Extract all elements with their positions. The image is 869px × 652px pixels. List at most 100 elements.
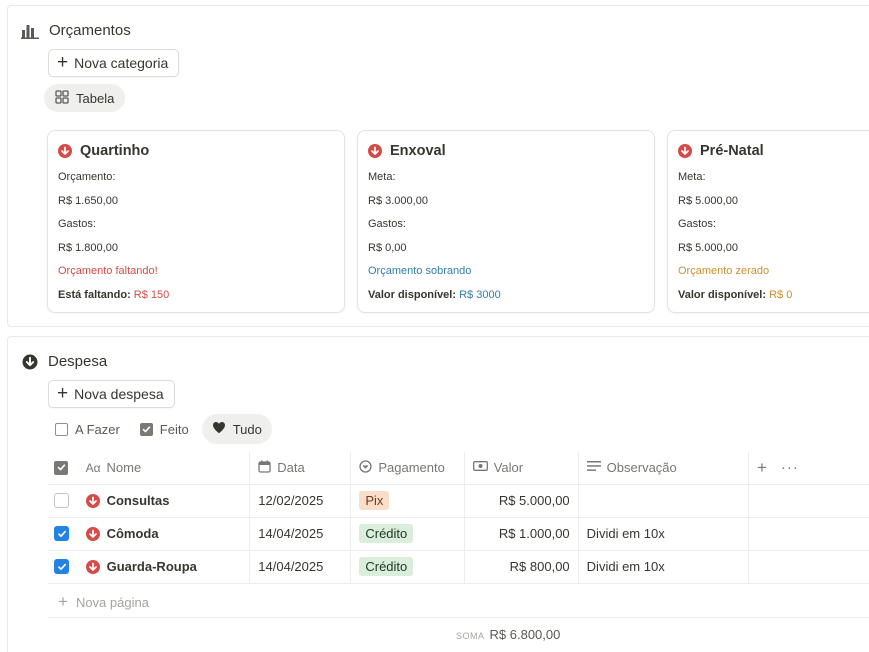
arrow-down-circle-icon (22, 354, 38, 370)
new-page-label: Nova página (75, 594, 149, 610)
card-line-value: R$ 3.000,00 (368, 194, 428, 207)
despesa-title: Despesa (48, 353, 108, 370)
tab-tudo[interactable]: Tudo (201, 414, 272, 444)
card-footer: Está faltando: R$ 150 (58, 289, 334, 303)
new-page-button[interactable]: + Nova página (58, 592, 149, 612)
checkbox-checked-icon (139, 422, 153, 436)
sum-value: R$ 6.800,00 (489, 627, 561, 642)
header-pagamento[interactable]: Pagamento (350, 452, 465, 485)
header-data-label: Data (277, 460, 305, 476)
row-name[interactable]: Consultas (107, 493, 170, 508)
card-line-label: Meta: (368, 171, 396, 183)
row-note[interactable]: Dividi em 10x (578, 550, 749, 584)
card-enxoval[interactable]: Enxoval Meta: R$ 3.000,00 Gastos: R$ 0,0… (357, 130, 655, 313)
table-row[interactable]: Cômoda 14/04/2025 Crédito R$ 1.000,00 Di… (48, 517, 869, 551)
nova-categoria-button[interactable]: + Nova categoria (48, 49, 180, 77)
plus-icon: + (57, 382, 69, 404)
filter-tabs: A Fazer Feito Tudo (48, 414, 272, 444)
plus-icon: + (57, 51, 69, 73)
table-header-row: Aα Nome Data Pagamento Valor Observação … (48, 452, 869, 485)
arrow-down-circle-icon (85, 559, 100, 574)
tab-a-fazer-label: A Fazer (75, 421, 120, 437)
arrow-down-circle-icon (58, 144, 72, 158)
money-icon (472, 460, 488, 475)
header-valor[interactable]: Valor (464, 452, 579, 485)
row-note[interactable]: Dividi em 10x (578, 517, 749, 551)
payment-tag[interactable]: Crédito (359, 524, 414, 543)
row-date[interactable]: 14/04/2025 (249, 550, 352, 584)
table-row[interactable]: Consultas 12/02/2025 Pix R$ 5.000,00 (48, 484, 869, 518)
row-value[interactable]: R$ 800,00 (464, 550, 579, 584)
card-pre-natal[interactable]: Pré-Natal Meta: R$ 5.000,00 Gastos: R$ 5… (667, 130, 869, 313)
card-title: Enxoval (390, 143, 446, 159)
card-footer-label: Valor disponível: (368, 288, 457, 301)
row-note[interactable] (578, 484, 749, 518)
row-date[interactable]: 12/02/2025 (249, 484, 352, 518)
more-options-icon[interactable]: ··· (781, 459, 799, 476)
orcamentos-header: Orçamentos (21, 22, 131, 39)
arrow-down-circle-icon (678, 144, 692, 158)
heart-icon (212, 421, 226, 437)
card-title: Quartinho (80, 143, 150, 159)
row-checkbox[interactable] (54, 526, 69, 541)
nova-despesa-button[interactable]: + Nova despesa (48, 380, 175, 408)
card-line-value: R$ 1.800,00 (58, 241, 118, 254)
nova-categoria-label: Nova categoria (74, 55, 169, 71)
card-line-value: R$ 5.000,00 (678, 241, 738, 254)
card-line-value: R$ 0,00 (368, 241, 407, 254)
sum-aggregate[interactable]: SOMA R$ 6.800,00 (456, 627, 560, 642)
header-nome-label: Nome (106, 460, 142, 476)
text-type-icon: Aα (85, 460, 101, 475)
tab-tabela[interactable]: Tabela (44, 84, 126, 112)
card-status: Orçamento faltando! (58, 265, 158, 277)
select-icon (359, 460, 373, 476)
card-status: Orçamento sobrando (368, 265, 472, 277)
table-row[interactable]: Guarda-Roupa 14/04/2025 Crédito R$ 800,0… (48, 550, 869, 584)
card-footer-label: Está faltando: (58, 288, 131, 301)
tab-feito[interactable]: Feito (133, 414, 196, 444)
bar-chart-icon (21, 23, 39, 39)
card-line-label: Gastos: (678, 218, 716, 230)
payment-tag[interactable]: Crédito (359, 557, 414, 576)
row-name[interactable]: Cômoda (107, 526, 159, 541)
card-footer: Valor disponível: R$ 3000 (368, 289, 644, 303)
plus-icon: + (58, 592, 68, 611)
calendar-icon (258, 460, 271, 476)
row-value[interactable]: R$ 5.000,00 (464, 484, 579, 518)
card-footer-value: R$ 150 (133, 288, 170, 301)
payment-tag[interactable]: Pix (359, 491, 390, 510)
header-valor-label: Valor (493, 460, 524, 476)
card-quartinho[interactable]: Quartinho Orçamento: R$ 1.650,00 Gastos:… (47, 130, 345, 313)
card-line-value: R$ 1.650,00 (58, 194, 118, 207)
header-actions: + ··· (748, 452, 869, 485)
row-name[interactable]: Guarda-Roupa (107, 559, 197, 574)
tab-tabela-label: Tabela (76, 90, 115, 106)
tab-a-fazer[interactable]: A Fazer (48, 414, 127, 444)
card-line-label: Meta: (678, 171, 706, 183)
row-checkbox[interactable] (54, 559, 69, 574)
card-title: Pré-Natal (700, 143, 764, 159)
tab-tudo-label: Tudo (232, 421, 262, 437)
card-line-value: R$ 5.000,00 (678, 194, 738, 207)
header-pagamento-label: Pagamento (378, 460, 445, 476)
arrow-down-circle-icon (85, 526, 100, 541)
arrow-down-circle-icon (368, 144, 382, 158)
header-observacao[interactable]: Observação (578, 452, 749, 485)
card-footer-value: R$ 0 (769, 288, 793, 301)
card-footer: Valor disponível: R$ 0 (678, 289, 869, 303)
header-nome[interactable]: Aα Nome (77, 452, 251, 485)
orcamentos-title: Orçamentos (49, 22, 131, 39)
card-footer-value: R$ 3000 (459, 288, 501, 301)
add-column-icon[interactable]: + (757, 458, 767, 478)
checkbox-checked-icon (54, 460, 68, 475)
row-date[interactable]: 14/04/2025 (249, 517, 352, 551)
card-line-label: Gastos: (58, 218, 96, 230)
header-data[interactable]: Data (249, 452, 352, 485)
tab-feito-label: Feito (159, 421, 189, 437)
header-observacao-label: Observação (606, 460, 677, 476)
row-checkbox[interactable] (54, 493, 69, 508)
row-value[interactable]: R$ 1.000,00 (464, 517, 579, 551)
card-line-label: Orçamento: (58, 171, 116, 183)
header-select-all[interactable] (48, 452, 78, 485)
card-status: Orçamento zerado (678, 265, 770, 277)
